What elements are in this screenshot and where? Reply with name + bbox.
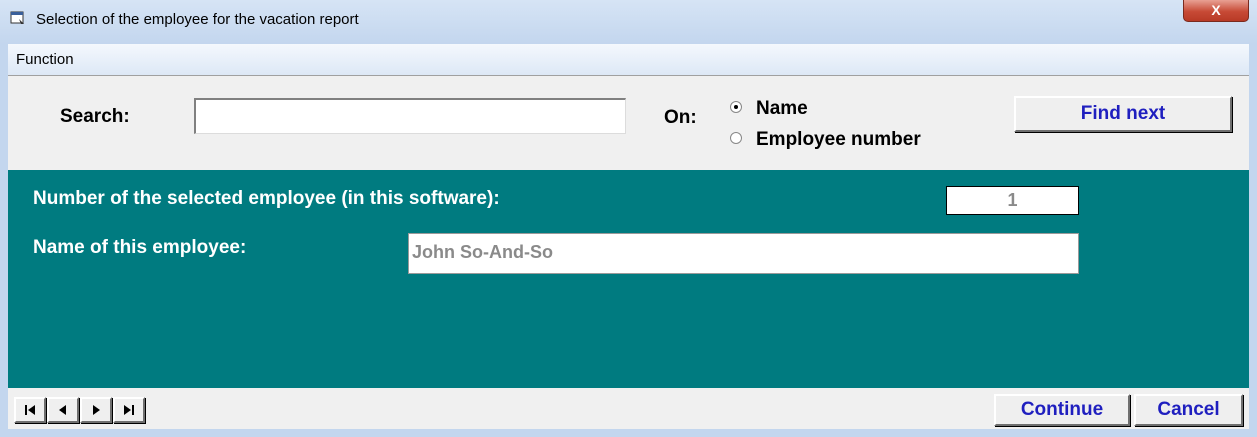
- next-record-button[interactable]: [80, 397, 112, 423]
- first-record-button[interactable]: [14, 397, 46, 423]
- window-title: Selection of the employee for the vacati…: [36, 11, 359, 28]
- radio-employee-number-label: Employee number: [756, 129, 921, 150]
- last-record-icon: [124, 405, 134, 415]
- employee-name-field[interactable]: John So-And-So: [408, 233, 1079, 274]
- window-frame-right: [1249, 44, 1257, 437]
- close-button[interactable]: X: [1183, 0, 1249, 22]
- search-label: Search:: [60, 106, 130, 127]
- previous-record-icon: [59, 405, 66, 415]
- previous-record-button[interactable]: [47, 397, 79, 423]
- dialog-window: Selection of the employee for the vacati…: [0, 0, 1257, 437]
- employee-number-label: Number of the selected employee (in this…: [33, 188, 500, 209]
- close-icon: X: [1211, 2, 1221, 18]
- first-record-icon: [25, 405, 35, 415]
- title-bar: Selection of the employee for the vacati…: [0, 0, 1257, 44]
- search-panel: Search: On: Name Employee number Find ne…: [8, 75, 1249, 171]
- continue-button[interactable]: Continue: [994, 394, 1130, 426]
- bottom-bar: Continue Cancel: [8, 388, 1249, 429]
- employee-number-field[interactable]: 1: [946, 186, 1079, 215]
- radio-name-label: Name: [756, 98, 808, 119]
- menu-function[interactable]: Function: [10, 51, 80, 68]
- search-input[interactable]: [194, 98, 626, 134]
- radio-name-button[interactable]: [730, 101, 742, 113]
- employee-name-label: Name of this employee:: [33, 237, 247, 258]
- window-frame-bottom: [0, 429, 1257, 437]
- window-frame-left: [0, 44, 8, 437]
- search-on-label: On:: [664, 107, 697, 128]
- app-icon: [10, 11, 24, 24]
- record-navigator: [14, 397, 146, 423]
- radio-employee-number-option[interactable]: Employee number: [730, 129, 921, 151]
- cancel-button[interactable]: Cancel: [1134, 394, 1243, 426]
- employee-panel: Number of the selected employee (in this…: [8, 170, 1249, 388]
- radio-name-option[interactable]: Name: [730, 98, 808, 120]
- last-record-button[interactable]: [113, 397, 145, 423]
- find-next-button[interactable]: Find next: [1014, 96, 1232, 132]
- radio-employee-number-button[interactable]: [730, 132, 742, 144]
- next-record-icon: [93, 405, 100, 415]
- menu-bar: Function: [8, 44, 1249, 76]
